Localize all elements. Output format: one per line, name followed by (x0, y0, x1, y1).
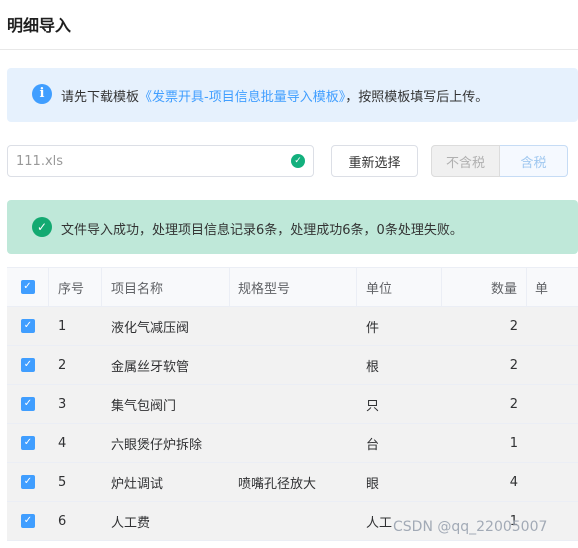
row-checkbox[interactable]: ✓ (21, 475, 35, 489)
table-row: ✓ 4 六眼煲仔炉拆除 台 1 (7, 424, 578, 463)
header-checkbox-cell: ✓ (7, 268, 49, 306)
items-table: ✓ 序号 项目名称 规格型号 单位 数量 单 ✓ 1 液化气减压阀 件 2 ✓ … (7, 267, 578, 548)
select-all-checkbox[interactable]: ✓ (20, 280, 35, 294)
column-header-price: 单 (527, 268, 578, 306)
cell-spec (230, 385, 357, 423)
row-checkbox-cell: ✓ (7, 463, 49, 501)
check-circle-icon: ✓ (32, 217, 52, 237)
page-title: 明细导入 (7, 16, 72, 35)
row-checkbox[interactable]: ✓ (21, 358, 35, 372)
column-header-name: 项目名称 (102, 268, 230, 306)
cell-qty: 4 (509, 474, 518, 490)
cell-qty: 2 (509, 357, 518, 373)
column-header-unit: 单位 (357, 268, 442, 306)
cell-name: 炉灶调试 (111, 476, 164, 492)
cell-unit: 台 (366, 437, 380, 453)
cell-name: 集气包阀门 (111, 398, 177, 414)
info-alert-suffix: ，按照模板填写后上传。 (345, 90, 489, 105)
watermark: CSDN @qq_22005007 (393, 519, 548, 535)
file-name-input[interactable] (16, 151, 276, 171)
cell-name: 液化气减压阀 (111, 320, 190, 336)
cell-qty: 1 (509, 435, 518, 451)
cell-spec (230, 502, 357, 540)
row-checkbox-cell: ✓ (7, 346, 49, 384)
info-alert-text: 请先下载模板《发票开具-项目信息批量导入模板》，按照模板填写后上传。 (61, 86, 488, 105)
cell-unit: 根 (366, 359, 380, 375)
title-bar: 明细导入 (0, 0, 578, 50)
cell-unit: 眼 (366, 476, 380, 492)
table-row: ✓ 5 炉灶调试 喷嘴孔径放大 眼 4 (7, 463, 578, 502)
cell-name: 六眼煲仔炉拆除 (111, 437, 203, 453)
info-alert-prefix: 请先下载模板 (61, 90, 140, 105)
info-alert: i 请先下载模板《发票开具-项目信息批量导入模板》，按照模板填写后上传。 (7, 68, 578, 122)
cell-seq: 3 (58, 396, 67, 412)
column-header-spec: 规格型号 (230, 268, 357, 306)
row-checkbox-cell: ✓ (7, 385, 49, 423)
cell-seq: 4 (58, 435, 67, 451)
row-checkbox-cell: ✓ (7, 424, 49, 462)
tax-mode-toggle: 不含税 含税 (431, 145, 568, 177)
cell-name: 人工费 (111, 515, 151, 531)
cell-seq: 2 (58, 357, 67, 373)
row-checkbox-cell: ✓ (7, 307, 49, 345)
column-header-seq: 序号 (49, 268, 102, 306)
cell-seq: 1 (58, 318, 67, 334)
cell-seq: 5 (58, 474, 67, 490)
tax-excluded-option[interactable]: 不含税 (431, 145, 500, 177)
cell-qty: 2 (509, 396, 518, 412)
file-name-field[interactable]: ✓ (7, 145, 314, 177)
cell-qty: 2 (509, 318, 518, 334)
success-alert-text: 文件导入成功，处理项目信息记录6条，处理成功6条，0条处理失败。 (61, 223, 463, 238)
cell-unit: 件 (366, 320, 380, 336)
table-row: ✓ 2 金属丝牙软管 根 2 (7, 346, 578, 385)
row-checkbox[interactable]: ✓ (21, 436, 35, 450)
cell-spec: 喷嘴孔径放大 (238, 476, 317, 492)
column-header-qty: 数量 (442, 268, 527, 306)
table-row: ✓ 1 液化气减压阀 件 2 (7, 307, 578, 346)
cell-spec (230, 424, 357, 462)
reselect-button[interactable]: 重新选择 (331, 145, 418, 177)
template-download-link[interactable]: 《发票开具-项目信息批量导入模板》 (139, 90, 345, 105)
cell-name: 金属丝牙软管 (111, 359, 190, 375)
tax-included-option[interactable]: 含税 (500, 145, 568, 177)
info-icon: i (32, 84, 52, 104)
cell-seq: 6 (58, 513, 67, 529)
row-checkbox-cell: ✓ (7, 502, 49, 540)
table-row: ✓ 3 集气包阀门 只 2 (7, 385, 578, 424)
row-checkbox[interactable]: ✓ (21, 319, 35, 333)
cell-spec (230, 307, 357, 345)
cell-spec (230, 346, 357, 384)
table-header-row: ✓ 序号 项目名称 规格型号 单位 数量 单 (7, 268, 578, 307)
cell-unit: 只 (366, 398, 380, 414)
check-circle-icon: ✓ (291, 154, 305, 168)
row-checkbox[interactable]: ✓ (21, 397, 35, 411)
success-alert: ✓ 文件导入成功，处理项目信息记录6条，处理成功6条，0条处理失败。 (7, 200, 578, 254)
row-checkbox[interactable]: ✓ (21, 514, 35, 528)
